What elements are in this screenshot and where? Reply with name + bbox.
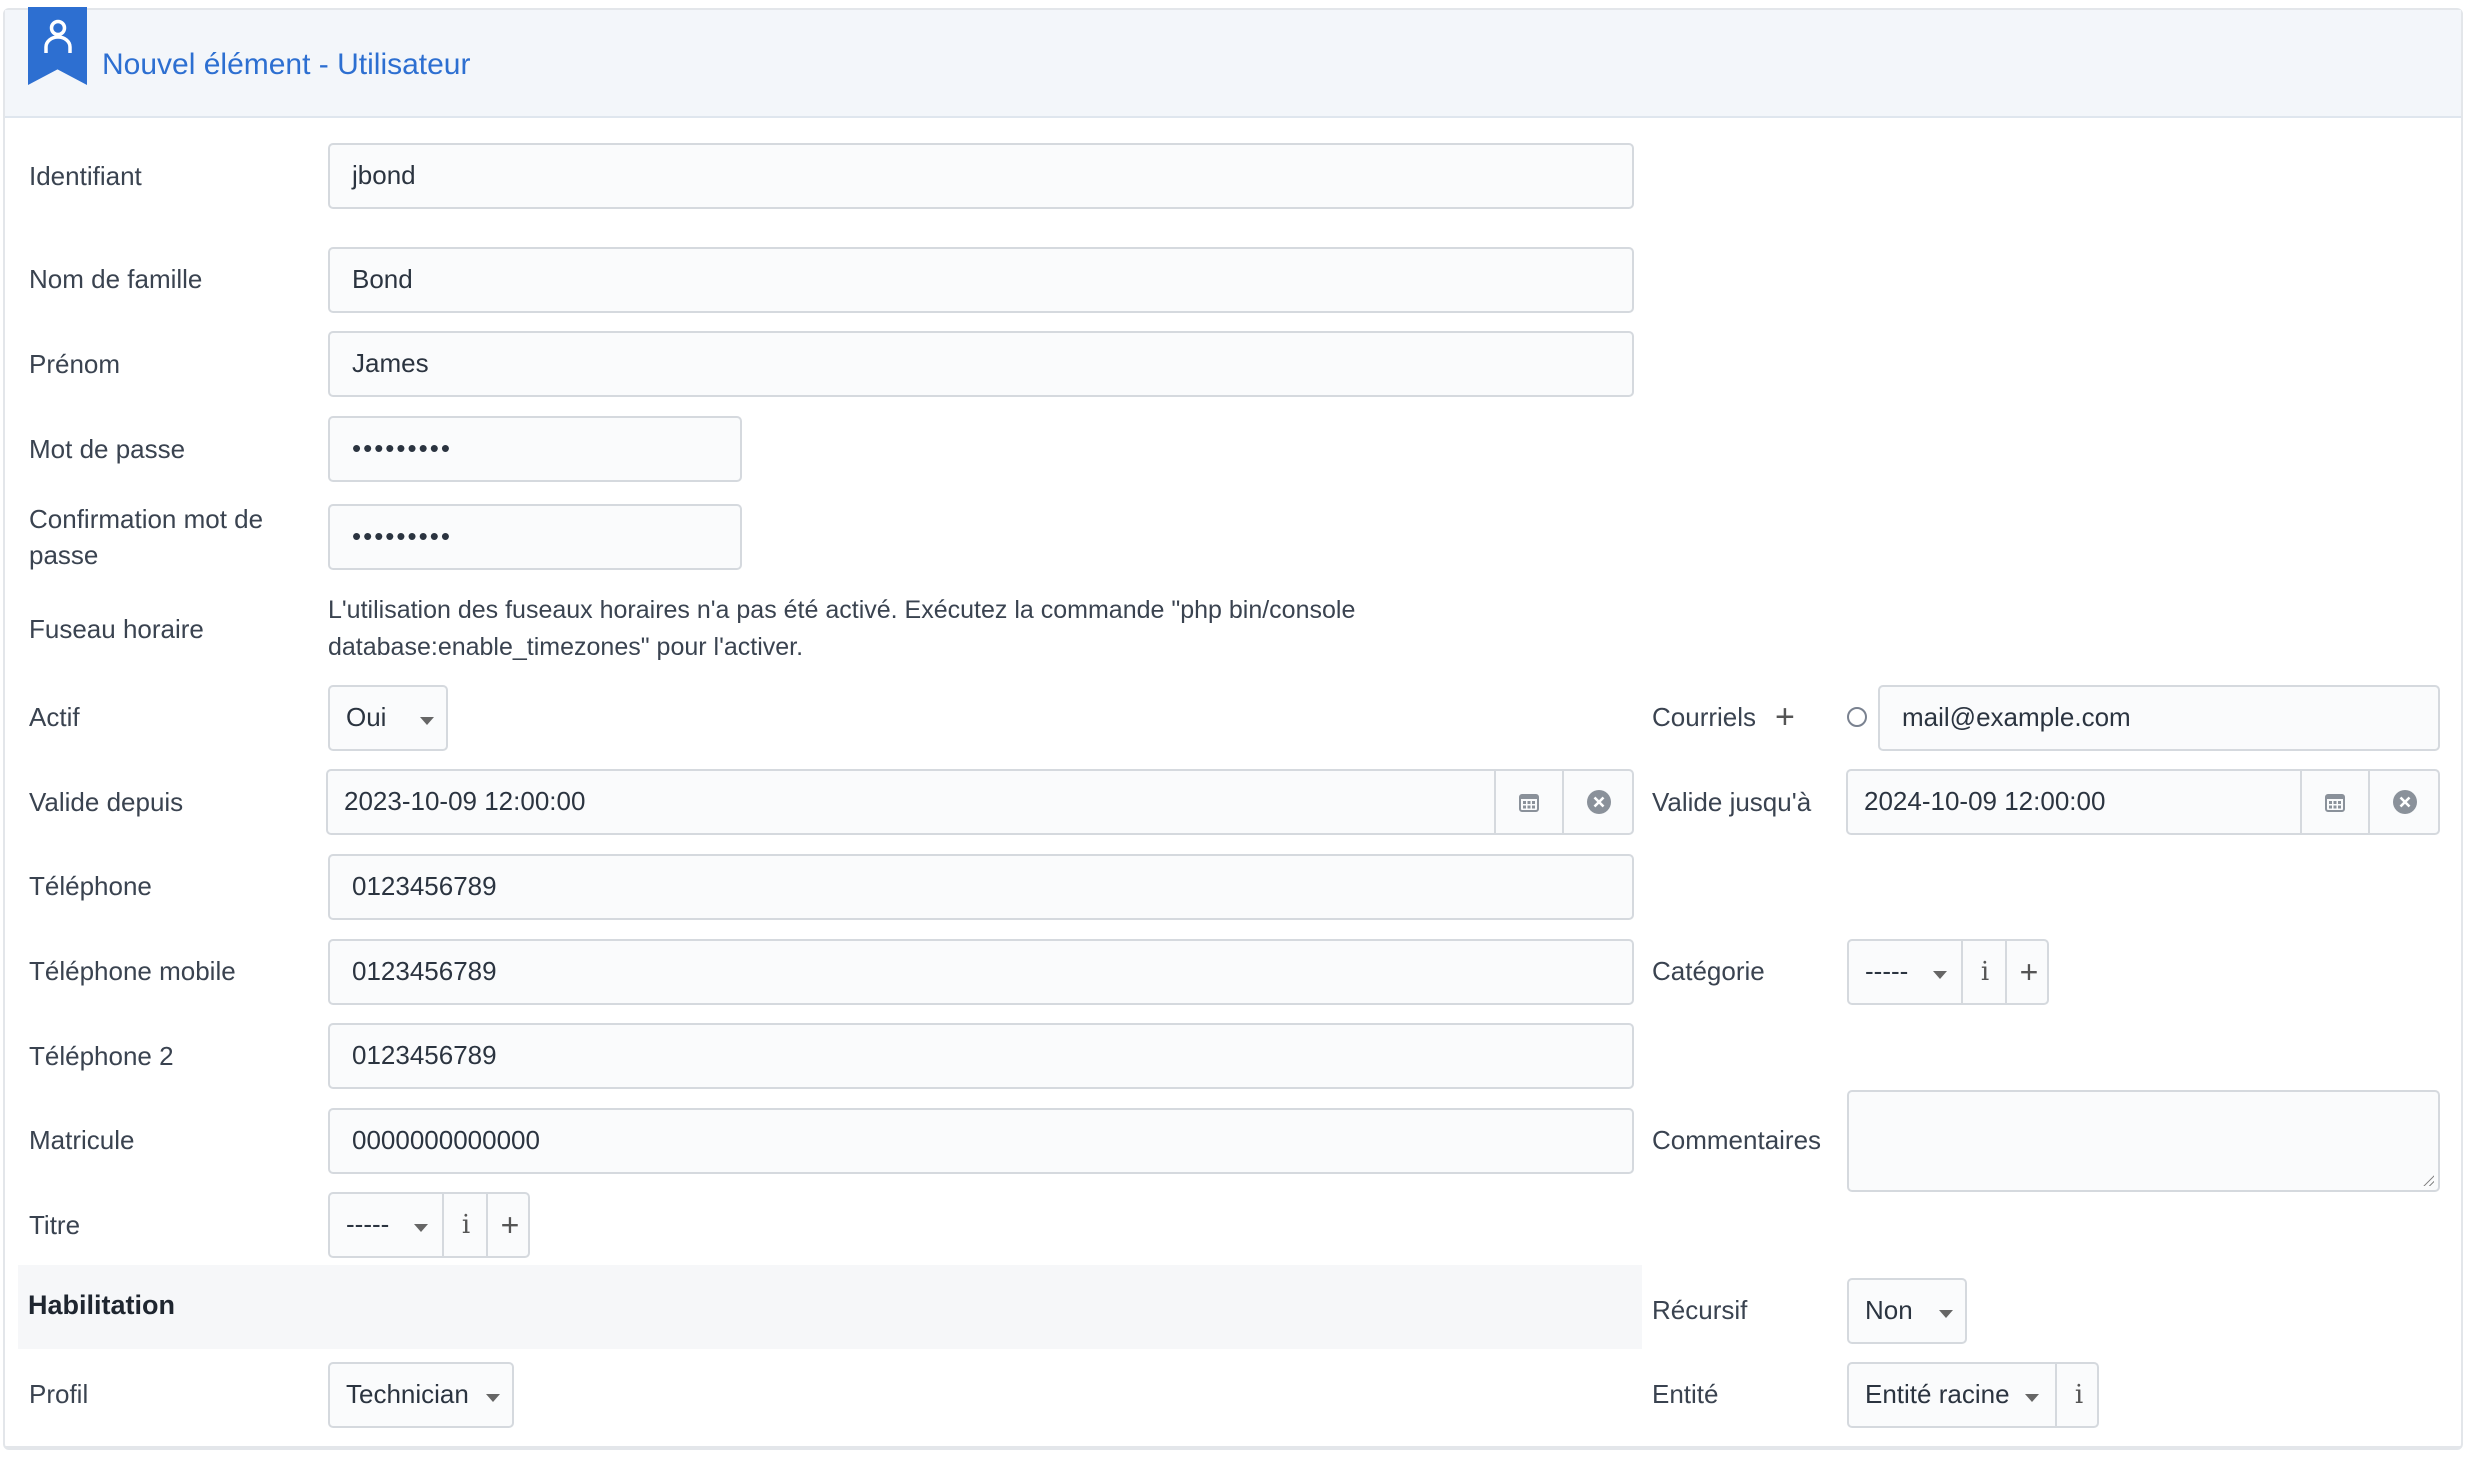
- profil-select[interactable]: Technician: [328, 1362, 514, 1428]
- label-matricule: Matricule: [29, 1125, 135, 1155]
- label-valide-depuis: Valide depuis: [29, 787, 184, 817]
- info-icon[interactable]: i: [2055, 1364, 2101, 1426]
- confirmation-mot-de-passe-input[interactable]: •••••••••: [328, 504, 742, 570]
- matricule-input[interactable]: 0000000000000: [328, 1108, 1634, 1174]
- valide-jusqua-input[interactable]: 2024-10-09 12:00:00: [1846, 769, 2440, 835]
- page-title: Nouvel élément - Utilisateur: [102, 48, 471, 81]
- chevron-down-icon: [2025, 1394, 2039, 1402]
- calendar-icon[interactable]: [2300, 771, 2368, 833]
- user-bookmark-icon: [28, 7, 87, 85]
- card-header: Nouvel élément - Utilisateur: [5, 7, 2461, 118]
- label-entite: Entité: [1652, 1379, 1719, 1409]
- entite-select[interactable]: Entité racine i: [1847, 1362, 2099, 1428]
- actif-select[interactable]: Oui: [328, 685, 448, 751]
- chevron-down-icon: [414, 1224, 428, 1232]
- label-valide-jusqua: Valide jusqu'à: [1652, 787, 1812, 817]
- telephone-2-input[interactable]: 0123456789: [328, 1023, 1634, 1089]
- actif-select-value: Oui: [346, 702, 387, 732]
- mot-de-passe-input[interactable]: •••••••••: [328, 416, 742, 482]
- entite-select-value: Entité racine: [1865, 1379, 2010, 1409]
- valide-depuis-value: 2023-10-09 12:00:00: [344, 786, 586, 816]
- chevron-down-icon: [1939, 1310, 1953, 1318]
- label-telephone-mobile: Téléphone mobile: [29, 956, 236, 986]
- categorie-select-value: -----: [1865, 956, 1909, 986]
- info-icon[interactable]: i: [1961, 941, 2007, 1003]
- label-courriels: Courriels: [1652, 702, 1757, 732]
- label-categorie: Catégorie: [1652, 956, 1765, 986]
- commentaires-textarea[interactable]: [1847, 1090, 2440, 1192]
- label-commentaires: Commentaires: [1652, 1125, 1822, 1155]
- timezone-notice: L'utilisation des fuseaux horaires n'a p…: [328, 596, 1356, 661]
- label-mot-de-passe: Mot de passe: [29, 434, 186, 464]
- chevron-down-icon: [1933, 971, 1947, 979]
- default-email-radio[interactable]: [1847, 707, 1867, 727]
- label-nom-de-famille: Nom de famille: [29, 264, 203, 294]
- recursif-select-value: Non: [1865, 1295, 1913, 1325]
- valide-depuis-input[interactable]: 2023-10-09 12:00:00: [326, 769, 1634, 835]
- categorie-select[interactable]: ----- i +: [1847, 939, 2049, 1005]
- titre-select[interactable]: ----- i +: [328, 1192, 530, 1258]
- label-telephone-2: Téléphone 2: [29, 1041, 174, 1071]
- card-bottom-divider: [5, 1446, 2461, 1448]
- chevron-down-icon: [486, 1394, 500, 1402]
- prenom-input[interactable]: James: [328, 331, 1634, 397]
- label-profil: Profil: [29, 1379, 89, 1409]
- label-actif: Actif: [29, 702, 80, 732]
- label-telephone: Téléphone: [29, 871, 152, 901]
- valide-jusqua-value: 2024-10-09 12:00:00: [1864, 786, 2106, 816]
- clear-circle-icon[interactable]: [2368, 771, 2438, 833]
- clear-circle-icon[interactable]: [1562, 771, 1632, 833]
- label-fuseau-horaire: Fuseau horaire: [29, 614, 204, 644]
- add-icon[interactable]: +: [486, 1194, 532, 1256]
- add-email-icon[interactable]: +: [1775, 700, 1795, 734]
- label-recursif: Récursif: [1652, 1295, 1748, 1325]
- chevron-down-icon: [420, 717, 434, 725]
- telephone-mobile-input[interactable]: 0123456789: [328, 939, 1634, 1005]
- label-confirmation-mot-de-passe: Confirmation mot de passe: [29, 504, 264, 570]
- habilitation-section: [18, 1265, 1642, 1349]
- identifiant-input[interactable]: jbond: [328, 143, 1634, 209]
- info-icon[interactable]: i: [442, 1194, 488, 1256]
- courriel-input[interactable]: mail@example.com: [1878, 685, 2440, 751]
- label-identifiant: Identifiant: [29, 161, 142, 191]
- section-title-habilitation: Habilitation: [28, 1290, 175, 1320]
- add-icon[interactable]: +: [2005, 941, 2051, 1003]
- resize-handle-icon[interactable]: [2422, 1174, 2434, 1186]
- titre-select-value: -----: [346, 1209, 390, 1239]
- profil-select-value: Technician: [346, 1379, 469, 1409]
- recursif-select[interactable]: Non: [1847, 1278, 1967, 1344]
- nom-de-famille-input[interactable]: Bond: [328, 247, 1634, 313]
- calendar-icon[interactable]: [1494, 771, 1562, 833]
- label-titre: Titre: [29, 1210, 81, 1240]
- label-prenom: Prénom: [29, 349, 121, 379]
- telephone-input[interactable]: 0123456789: [328, 854, 1634, 920]
